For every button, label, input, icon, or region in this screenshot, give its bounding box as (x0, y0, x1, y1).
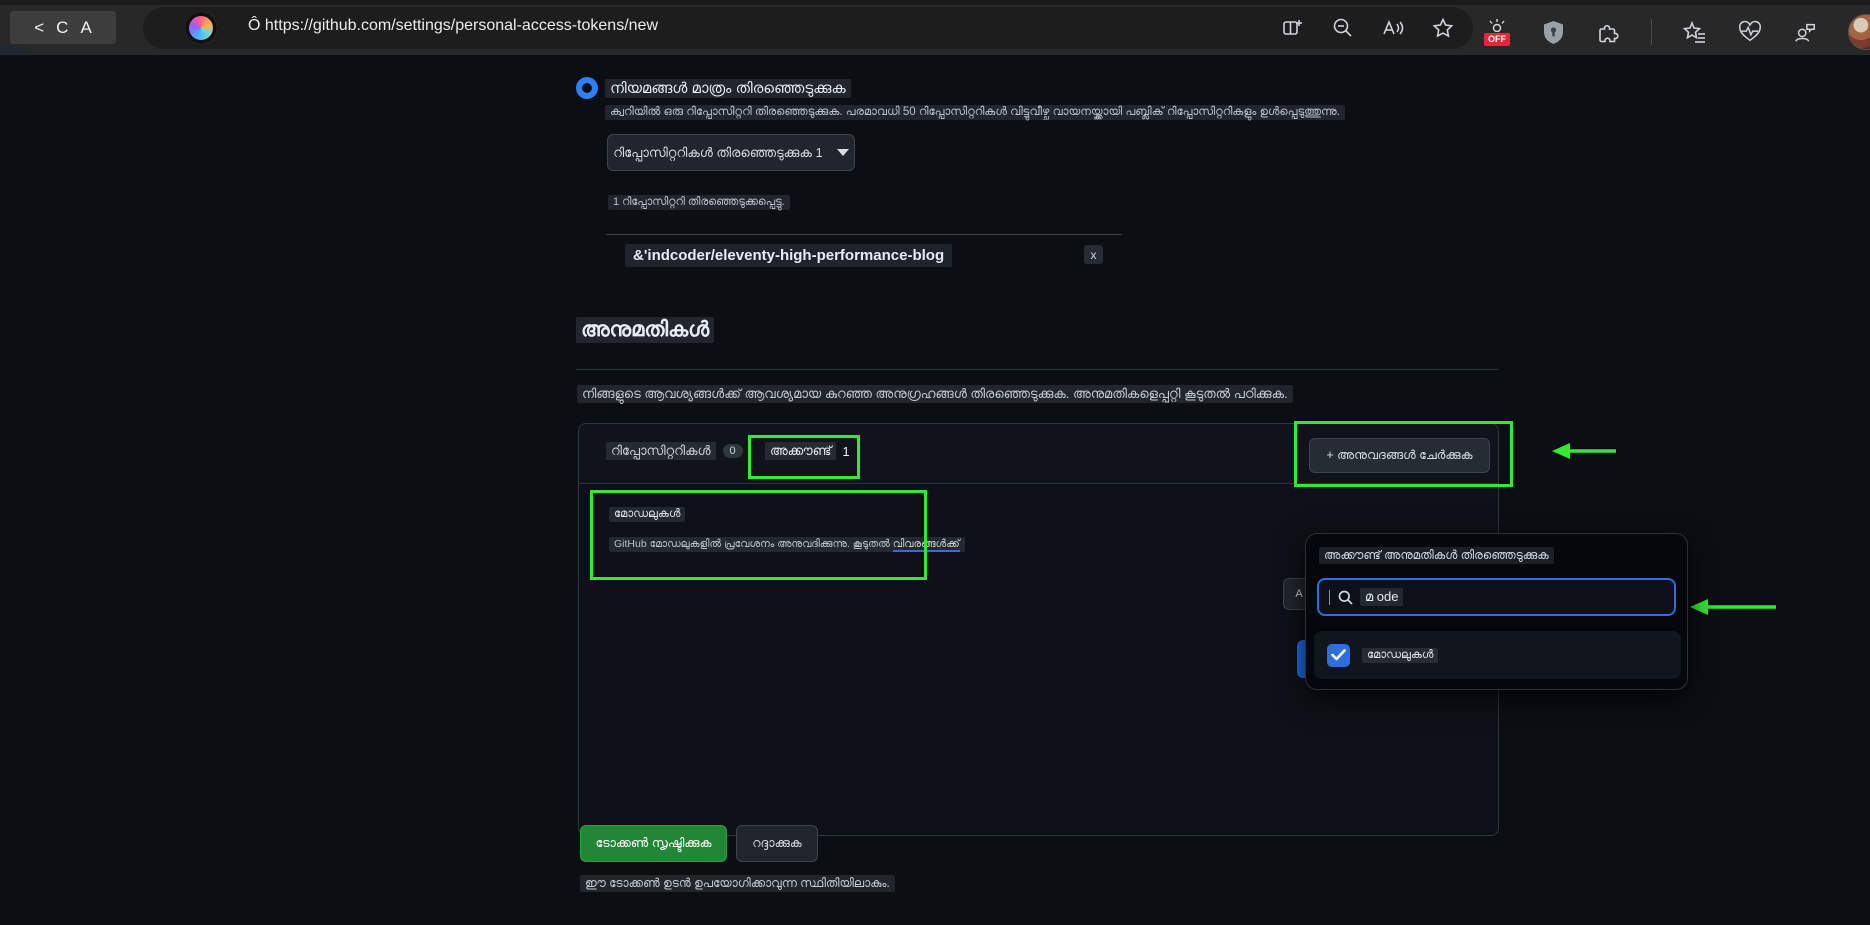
shield-extension-icon[interactable] (1541, 20, 1565, 44)
selected-count-text: 1 റിപ്പോസിറ്ററി തിരഞ്ഞെടുക്കപ്പെട്ടു. (608, 195, 790, 210)
browser-toolbar: < C A Ô https://github.com/settings/pers… (0, 0, 1870, 55)
remove-repo-button[interactable]: x (1084, 245, 1103, 264)
chevron-down-icon (836, 149, 849, 156)
permissions-description: നിങ്ങളുടെ ആവശ്യങ്ങൾക്ക് ആവശ്യമായ കുറഞ്ഞ … (577, 385, 1293, 403)
annotation-box-models-summary (590, 490, 927, 580)
url-value: https://github.com/settings/personal-acc… (264, 17, 658, 34)
zoom-out-icon[interactable] (1331, 16, 1355, 40)
repo-list-divider (606, 234, 1122, 235)
dropdown-title: അക്കൗണ്ട് അനുമതികൾ തിരഞ്ഞെടുക്കുക (1319, 547, 1554, 564)
back-icon[interactable]: < (34, 18, 44, 38)
nav-c-button[interactable]: C (56, 18, 68, 38)
copilot-icon[interactable] (185, 12, 217, 44)
nav-a-button[interactable]: A (80, 18, 91, 38)
browser-nav-controls[interactable]: < C A (10, 11, 116, 44)
dropdown-option-models[interactable]: മോഡലുകൾ (1314, 631, 1681, 679)
favorites-star-icon[interactable] (1431, 16, 1455, 40)
toolbar-divider (1651, 19, 1652, 45)
generate-token-label: ടോക്കൺ സൃഷ്ടിക്കുക (595, 836, 712, 850)
tab-repositories-count: 0 (722, 444, 743, 458)
tab-repositories-label: റിപ്പോസിറ്ററികൾ (606, 442, 716, 460)
search-value: മ ode (1360, 588, 1404, 606)
github-token-page: നിയമങ്ങൾ മാത്രം തിരഞ്ഞെടുക്കുക ക്വറിയിൽ … (0, 55, 1870, 925)
address-bar[interactable]: Ô https://github.com/settings/personal-a… (143, 7, 1473, 49)
cancel-label: റദ്ദാക്കുക (752, 836, 802, 850)
permission-search-input[interactable]: മ ode (1317, 578, 1676, 616)
text-cursor (1329, 589, 1330, 605)
extension-off-icon[interactable]: OFF (1484, 18, 1510, 46)
browser-health-icon[interactable] (1738, 20, 1762, 44)
select-repositories-button[interactable]: റിപ്പോസിറ്ററികൾ തിരഞ്ഞെടുക്കുക 1 (607, 134, 855, 171)
cancel-button[interactable]: റദ്ദാക്കുക (736, 825, 818, 862)
tab-repositories[interactable]: റിപ്പോസിറ്ററികൾ 0 (606, 442, 743, 460)
token-ready-note: ഈ ടോക്കൺ ഉടൻ ഉപയോഗിക്കാവുന്ന സ്ഥിതിയിലാക… (580, 875, 895, 892)
url-text[interactable]: Ô https://github.com/settings/personal-a… (248, 17, 658, 35)
radio-selected-icon[interactable] (576, 77, 598, 99)
profile-avatar[interactable] (1848, 14, 1870, 50)
annotation-arrow-models-option (1690, 599, 1776, 615)
annotation-arrow-add-permissions (1552, 443, 1616, 459)
permissions-heading: അനുമതികൾ (576, 317, 715, 343)
collections-star-icon[interactable] (1683, 20, 1707, 44)
radio-description: ക്വറിയിൽ ഒരു റിപ്പോസിറ്ററി തിരഞ്ഞെടുക്കു… (605, 105, 1345, 120)
selected-repo-name: &'indcoder/eleventy-high-performance-blo… (625, 244, 953, 267)
checkbox-checked-icon[interactable] (1327, 643, 1350, 667)
search-icon (1338, 590, 1353, 605)
annotation-box-add-permissions (1294, 421, 1513, 487)
select-repositories-label: റിപ്പോസിറ്ററികൾ തിരഞ്ഞെടുക്കുക 1 (613, 144, 823, 160)
feedback-people-icon[interactable] (1793, 20, 1817, 44)
permissions-divider (576, 369, 1498, 370)
only-select-repos-radio-row[interactable]: നിയമങ്ങൾ മാത്രം തിരഞ്ഞെടുക്കുക (576, 77, 851, 99)
read-aloud-icon[interactable] (1381, 16, 1405, 40)
puzzle-extensions-icon[interactable] (1596, 20, 1620, 44)
option-label: മോഡലുകൾ (1362, 647, 1439, 663)
account-permissions-dropdown: അക്കൗണ്ട് അനുമതികൾ തിരഞ്ഞെടുക്കുക മ ode … (1305, 533, 1688, 690)
split-screen-icon[interactable] (1281, 16, 1305, 40)
generate-token-button[interactable]: ടോക്കൺ സൃഷ്ടിക്കുക (580, 825, 727, 862)
lock-icon: Ô (248, 17, 261, 34)
off-badge-label: OFF (1484, 32, 1510, 46)
annotation-box-account-tab (748, 435, 860, 479)
radio-label: നിയമങ്ങൾ മാത്രം തിരഞ്ഞെടുക്കുക (605, 78, 851, 98)
